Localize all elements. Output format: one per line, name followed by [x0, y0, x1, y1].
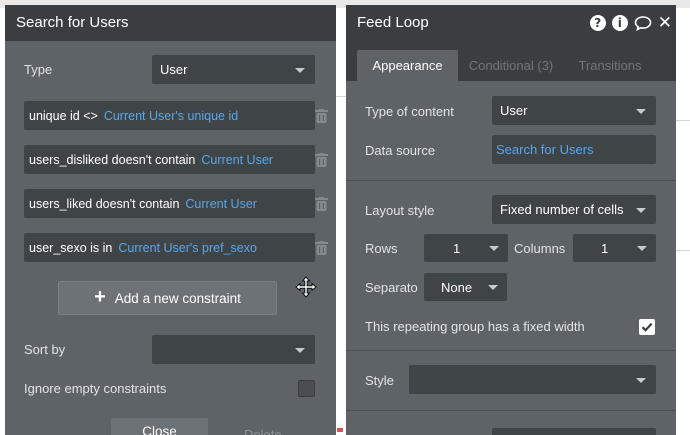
- tab-conditional[interactable]: Conditional (3): [462, 50, 560, 81]
- trash-icon[interactable]: [315, 241, 328, 255]
- type-of-content-dropdown[interactable]: User: [492, 96, 656, 125]
- ignore-empty-label: Ignore empty constraints: [24, 381, 167, 396]
- constraint-value[interactable]: Current User: [201, 153, 273, 167]
- search-for-users-panel: Search for Users Type User unique id <> …: [5, 5, 336, 435]
- tab-transitions[interactable]: Transitions: [568, 50, 652, 81]
- sort-by-dropdown[interactable]: [152, 335, 315, 364]
- tab-label: Conditional (3): [468, 58, 554, 73]
- data-source-value: Search for Users: [496, 142, 594, 157]
- constraint-row[interactable]: unique id <> Current User's unique id: [24, 101, 315, 130]
- constraint-row[interactable]: users_liked doesn't contain Current User: [24, 189, 315, 218]
- constraint-field: user_sexo is in: [29, 240, 113, 255]
- trash-icon[interactable]: [315, 153, 328, 167]
- section-divider: [346, 180, 676, 181]
- header-actions: ? i ✕: [589, 15, 672, 32]
- rows-dropdown[interactable]: 1: [424, 234, 508, 262]
- feed-loop-panel: Feed Loop ? i ✕ Appearance Conditional (…: [346, 5, 676, 435]
- sort-by-label: Sort by: [24, 342, 66, 357]
- data-source-field[interactable]: Search for Users: [492, 135, 656, 164]
- type-dropdown[interactable]: User: [152, 55, 315, 84]
- close-button[interactable]: Close: [111, 418, 208, 435]
- rows-label: Rows: [365, 241, 398, 256]
- add-constraint-label: Add a new constraint: [114, 290, 241, 306]
- chevron-down-icon: [637, 246, 647, 251]
- tab-label: Appearance: [372, 58, 443, 73]
- data-source-label: Data source: [365, 143, 436, 158]
- editor-canvas-line: [676, 250, 690, 251]
- delete-button[interactable]: Delete: [244, 427, 282, 435]
- layout-style-dropdown[interactable]: Fixed number of cells: [492, 195, 656, 224]
- ignore-empty-checkbox[interactable]: [298, 380, 315, 397]
- search-panel-header[interactable]: Search for Users: [5, 5, 336, 41]
- constraint-row[interactable]: user_sexo is in Current User's pref_sexo: [24, 233, 315, 262]
- constraint-row[interactable]: users_disliked doesn't contain Current U…: [24, 145, 315, 174]
- section-divider: [346, 410, 676, 411]
- canvas-marker: [337, 428, 343, 432]
- separator-dropdown[interactable]: None: [424, 273, 507, 301]
- columns-label: Columns: [514, 241, 566, 256]
- type-label: Type: [24, 62, 53, 77]
- chevron-down-icon: [488, 285, 498, 290]
- chevron-down-icon: [636, 108, 646, 114]
- layout-style-label: Layout style: [365, 203, 435, 218]
- trash-icon[interactable]: [315, 197, 328, 211]
- search-panel-title: Search for Users: [16, 14, 129, 31]
- constraint-value[interactable]: Current User: [185, 197, 257, 211]
- chevron-down-icon: [636, 377, 646, 383]
- chevron-down-icon: [489, 246, 499, 251]
- partially-visible-dropdown[interactable]: [492, 428, 656, 435]
- trash-icon[interactable]: [315, 109, 328, 123]
- editor-canvas-line: [336, 96, 346, 97]
- tab-appearance[interactable]: Appearance: [357, 50, 458, 81]
- comment-icon[interactable]: [634, 15, 652, 31]
- columns-value: 1: [601, 240, 609, 256]
- style-dropdown[interactable]: [409, 365, 656, 394]
- columns-dropdown[interactable]: 1: [573, 234, 656, 262]
- type-value: User: [160, 62, 188, 77]
- separator-label: Separato: [365, 280, 418, 295]
- tab-label: Transitions: [578, 58, 642, 73]
- fixed-width-label: This repeating group has a fixed width: [365, 319, 585, 334]
- separator-value: None: [441, 279, 473, 295]
- help-icon[interactable]: ?: [589, 15, 606, 31]
- section-divider: [346, 350, 676, 351]
- type-of-content-label: Type of content: [365, 104, 454, 119]
- chevron-down-icon: [295, 67, 305, 73]
- plus-icon: +: [94, 286, 106, 308]
- panel-tabs: Appearance Conditional (3) Transitions: [346, 41, 676, 81]
- fixed-width-checkbox[interactable]: [639, 319, 655, 335]
- constraint-field: users_liked doesn't contain: [29, 196, 180, 211]
- constraint-field: users_disliked doesn't contain: [29, 152, 196, 167]
- layout-style-value: Fixed number of cells: [500, 202, 624, 217]
- close-button-label: Close: [142, 423, 177, 435]
- editor-canvas-line: [676, 120, 690, 121]
- chevron-down-icon: [295, 347, 305, 353]
- feed-panel-title: Feed Loop: [357, 14, 429, 31]
- checkmark-icon: [641, 322, 653, 332]
- chevron-down-icon: [636, 207, 646, 213]
- constraint-value[interactable]: Current User's pref_sexo: [118, 241, 257, 255]
- feed-panel-header[interactable]: Feed Loop ? i ✕: [346, 5, 676, 41]
- add-constraint-button[interactable]: + Add a new constraint: [58, 281, 277, 315]
- close-icon[interactable]: ✕: [658, 15, 672, 32]
- move-cursor-icon: [295, 276, 317, 298]
- type-of-content-value: User: [500, 103, 528, 118]
- style-label: Style: [365, 373, 394, 388]
- constraint-field: unique id <>: [29, 108, 98, 123]
- rows-value: 1: [453, 240, 461, 256]
- info-icon[interactable]: i: [611, 15, 628, 31]
- constraint-value[interactable]: Current User's unique id: [104, 109, 238, 123]
